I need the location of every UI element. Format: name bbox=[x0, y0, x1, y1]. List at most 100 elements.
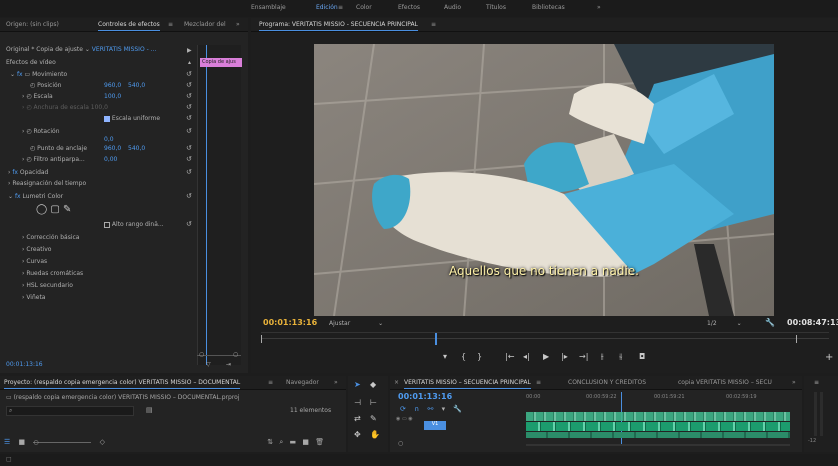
icon-view-icon[interactable]: ■ bbox=[19, 438, 26, 446]
scroll-up-icon[interactable]: ▴ bbox=[188, 59, 191, 66]
program-scrubber[interactable] bbox=[261, 332, 829, 345]
workspace-bibliotecas[interactable]: Bibliotecas bbox=[532, 4, 565, 11]
reset-icon[interactable]: ↺ bbox=[186, 144, 192, 152]
settings-wrench-icon[interactable]: 🔧 bbox=[453, 405, 462, 413]
timeline-ruler[interactable]: 00:00 00:00:59:22 00:01:59:21 00:02:59:1… bbox=[526, 392, 796, 404]
new-item-icon[interactable]: ■ bbox=[302, 438, 309, 446]
expand-icon[interactable]: ⌄ bbox=[10, 71, 17, 78]
transform-icon[interactable]: ▭ bbox=[25, 71, 33, 78]
tab-copia[interactable]: copia VERITATIS MISSIO – SECU bbox=[678, 379, 772, 386]
audio-clips-track[interactable] bbox=[526, 432, 790, 438]
new-folder-icon[interactable]: ▬ bbox=[290, 438, 297, 446]
row-creativo[interactable]: › Creativo bbox=[22, 246, 51, 256]
reset-icon[interactable]: ↺ bbox=[186, 103, 192, 111]
mark-in-icon[interactable]: { bbox=[461, 352, 466, 361]
tab-controles-efectos[interactable]: Controles de efectos bbox=[98, 21, 160, 31]
linked-selection-icon[interactable]: ⚯ bbox=[427, 405, 433, 413]
row-correccion[interactable]: › Corrección básica bbox=[22, 234, 79, 244]
fit-dropdown[interactable]: Ajustar ⌄ bbox=[329, 320, 383, 327]
find-icon[interactable]: ⌕ bbox=[279, 438, 283, 446]
tab-menu-icon[interactable]: ≡ bbox=[536, 379, 541, 386]
workspace-audio[interactable]: Audio bbox=[444, 4, 461, 11]
scrubber-out-marker[interactable] bbox=[793, 335, 797, 343]
video-clips-track-2[interactable] bbox=[526, 422, 790, 431]
expand-icon[interactable]: ⌄ bbox=[8, 193, 15, 200]
row-curvas[interactable]: › Curvas bbox=[22, 258, 47, 268]
scrubber-playhead[interactable] bbox=[435, 333, 437, 345]
program-title[interactable]: Programa: VERITATIS MISSIO - SECUENCIA P… bbox=[259, 21, 418, 31]
resolution-dropdown[interactable]: 1/2 ⌄ bbox=[707, 320, 742, 327]
escala-value[interactable]: 100,0 bbox=[104, 93, 121, 100]
new-bin-icon[interactable]: ▤ bbox=[146, 406, 153, 414]
reset-icon[interactable]: ↺ bbox=[186, 92, 192, 100]
reset-icon[interactable]: ↺ bbox=[186, 155, 192, 163]
add-button-icon[interactable]: + bbox=[825, 352, 833, 363]
posicion-x-value[interactable]: 960,0 bbox=[104, 82, 121, 89]
rectangle-mask-icon[interactable]: ▢ bbox=[50, 204, 59, 215]
reset-icon[interactable]: ↺ bbox=[186, 220, 192, 228]
row-hsl[interactable]: › HSL secundario bbox=[22, 282, 73, 292]
fx-icon[interactable]: fx bbox=[12, 169, 20, 176]
timeline-timecode[interactable]: 00:01:13:16 bbox=[398, 392, 452, 401]
tab-secuencia-principal[interactable]: VERITATIS MISSIO – SECUENCIA PRINCIPAL bbox=[404, 379, 531, 389]
reset-icon[interactable]: ↺ bbox=[186, 168, 192, 176]
reset-icon[interactable]: ↺ bbox=[186, 192, 192, 200]
ellipse-mask-icon[interactable]: ◯ bbox=[36, 204, 47, 215]
razor-tool-icon[interactable]: ⇄ bbox=[354, 414, 361, 423]
pen-tool-icon[interactable]: ✥ bbox=[354, 430, 361, 439]
hand-tool-icon[interactable]: ✋ bbox=[370, 430, 380, 439]
reset-icon[interactable]: ↺ bbox=[186, 70, 192, 78]
fx-icon[interactable]: fx bbox=[15, 193, 23, 200]
toggle-track-output-icon[interactable]: ◉ ▭ ◉ bbox=[396, 416, 413, 422]
add-marker-icon[interactable]: ▾ bbox=[443, 352, 447, 361]
keyframe-clip-bar[interactable]: Copia de ajus bbox=[200, 58, 242, 67]
workspace-titulos[interactable]: Títulos bbox=[486, 4, 506, 11]
lift-icon[interactable]: ⫲ bbox=[601, 352, 604, 362]
rotacion-value[interactable]: 0,0 bbox=[104, 136, 114, 143]
tab-overflow[interactable]: » bbox=[334, 379, 338, 386]
zoom-slider-handle[interactable]: ○ bbox=[33, 439, 38, 446]
ripple-edit-tool-icon[interactable]: ⊣ bbox=[354, 398, 361, 407]
row-ruedas[interactable]: › Ruedas cromáticas bbox=[22, 270, 83, 280]
workspace-overflow[interactable]: » bbox=[597, 4, 601, 11]
timeline-scroll-handle-icon[interactable]: ○ bbox=[398, 440, 403, 447]
selection-tool-icon[interactable]: ➤ bbox=[354, 380, 361, 389]
sort-icon[interactable]: ⇅ bbox=[267, 438, 273, 446]
list-view-icon[interactable]: ☰ bbox=[4, 438, 10, 446]
video-clips-track[interactable] bbox=[526, 412, 790, 421]
zoom-handle-right-icon[interactable]: ○ bbox=[233, 351, 238, 358]
row-vineta[interactable]: › Viñeta bbox=[22, 294, 45, 304]
rolling-edit-tool-icon[interactable]: ⊢ bbox=[370, 398, 377, 407]
export-icon[interactable]: ⇥ bbox=[226, 361, 231, 368]
go-to-in-icon[interactable]: |← bbox=[505, 352, 514, 361]
filtro-value[interactable]: 0,00 bbox=[104, 156, 117, 163]
workspace-ensamblaje[interactable]: Ensamblaje bbox=[251, 4, 286, 11]
punto-x-value[interactable]: 960,0 bbox=[104, 145, 121, 152]
reset-icon[interactable]: ↺ bbox=[186, 114, 192, 122]
zoom-slider[interactable]: ○ bbox=[33, 439, 92, 446]
workspace-menu-icon[interactable]: ≡ bbox=[338, 4, 343, 11]
effect-timecode[interactable]: 00:01:13:16 bbox=[6, 361, 43, 368]
program-timecode[interactable]: 00:01:13:16 bbox=[263, 318, 317, 327]
extract-icon[interactable]: ⫳ bbox=[619, 352, 622, 362]
mark-out-icon[interactable]: } bbox=[477, 352, 482, 361]
play-only-icon[interactable]: ▶ bbox=[187, 47, 192, 54]
tab-origen[interactable]: Origen: (sin clips) bbox=[6, 21, 59, 28]
slip-tool-icon[interactable]: ✎ bbox=[370, 414, 377, 423]
play-icon[interactable]: ▶ bbox=[543, 352, 549, 361]
tab-mezclador[interactable]: Mezclador del bbox=[184, 21, 226, 28]
step-back-icon[interactable]: ◂| bbox=[523, 352, 530, 361]
tab-overflow[interactable]: » bbox=[236, 21, 240, 28]
nest-icon[interactable]: ⟳ bbox=[400, 405, 406, 413]
punto-y-value[interactable]: 540,0 bbox=[128, 145, 145, 152]
effect-zoom-slider[interactable]: ○ ○ bbox=[197, 351, 241, 358]
video-frame[interactable]: Aquellos que no tienen a nadie. bbox=[314, 44, 774, 316]
scrubber-in-marker[interactable] bbox=[261, 335, 265, 343]
tab-menu-icon[interactable]: ≡ bbox=[268, 379, 273, 386]
alto-rango-checkbox[interactable] bbox=[104, 221, 110, 228]
step-forward-icon[interactable]: |▸ bbox=[561, 352, 568, 361]
tab-overflow[interactable]: » bbox=[792, 379, 796, 386]
snap-icon[interactable]: ∩ bbox=[414, 405, 419, 413]
tab-navegador[interactable]: Navegador bbox=[286, 379, 319, 386]
pen-mask-icon[interactable]: ✎ bbox=[63, 204, 71, 215]
